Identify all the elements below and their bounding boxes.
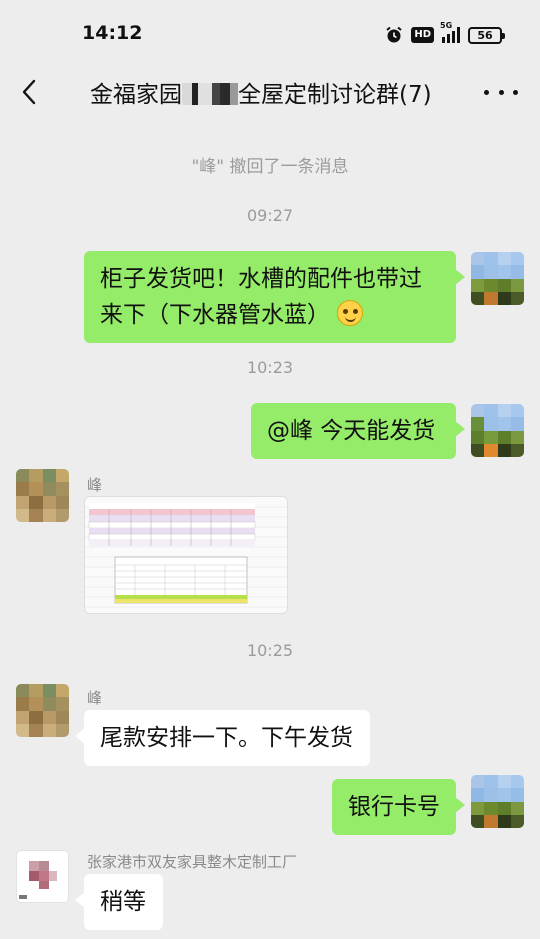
battery-level: 56 bbox=[477, 28, 493, 42]
chat-title-prefix: 金福家园 bbox=[90, 82, 182, 108]
status-icons: HD 5G 56 bbox=[385, 21, 505, 46]
chevron-left-icon[interactable] bbox=[14, 74, 44, 110]
sender-name: 峰 bbox=[87, 689, 103, 707]
message-text: @峰 今天能发货 bbox=[267, 418, 436, 444]
redacted-mosaic bbox=[182, 83, 238, 105]
my-avatar[interactable] bbox=[471, 404, 524, 457]
image-message[interactable] bbox=[84, 496, 288, 614]
timestamp: 10:25 bbox=[246, 641, 294, 660]
outgoing-message[interactable]: 银行卡号 bbox=[332, 779, 465, 835]
hd-icon: HD bbox=[411, 27, 434, 43]
chat-title[interactable]: 金福家园 全屋定制讨论群(7) bbox=[90, 75, 432, 109]
timestamp: 09:27 bbox=[246, 206, 294, 225]
sender-name: 峰 bbox=[87, 476, 103, 494]
alarm-icon bbox=[385, 26, 403, 44]
more-dots-icon[interactable] bbox=[484, 78, 518, 106]
smile-emoji-icon bbox=[337, 300, 364, 326]
network-label: 5G bbox=[440, 21, 453, 30]
battery-icon: 56 bbox=[468, 26, 505, 44]
my-avatar[interactable] bbox=[471, 252, 524, 305]
incoming-message[interactable]: 尾款安排一下。下午发货 bbox=[75, 710, 370, 766]
spreadsheet-thumbnail bbox=[85, 497, 287, 613]
signal-5g-icon: 5G bbox=[440, 21, 460, 43]
sender-name: 张家港市双友家具整木定制工厂 bbox=[87, 853, 298, 871]
contact-avatar[interactable] bbox=[16, 469, 69, 522]
message-text: 稍等 bbox=[100, 889, 146, 915]
chat-title-suffix: 全屋定制讨论群(7) bbox=[238, 82, 432, 108]
recall-notice: "峰" 撤回了一条消息 bbox=[191, 157, 349, 177]
chat-header: 金福家园 全屋定制讨论群(7) bbox=[0, 64, 540, 120]
incoming-message[interactable]: 稍等 bbox=[75, 874, 163, 930]
message-text: 柜子发货吧！水槽的配件也带过来下（下水器管水蓝） bbox=[100, 266, 422, 328]
message-text: 银行卡号 bbox=[348, 794, 440, 820]
timestamp: 10:23 bbox=[246, 358, 294, 377]
my-avatar[interactable] bbox=[471, 775, 524, 828]
contact-avatar[interactable] bbox=[16, 850, 69, 903]
outgoing-message[interactable]: @峰 今天能发货 bbox=[251, 403, 465, 459]
status-time: 14:12 bbox=[82, 22, 143, 44]
status-bar: 14:12 HD 5G 56 bbox=[0, 0, 540, 64]
outgoing-message[interactable]: 柜子发货吧！水槽的配件也带过来下（下水器管水蓝） bbox=[84, 251, 465, 343]
message-text: 尾款安排一下。下午发货 bbox=[100, 725, 353, 751]
contact-avatar[interactable] bbox=[16, 684, 69, 737]
